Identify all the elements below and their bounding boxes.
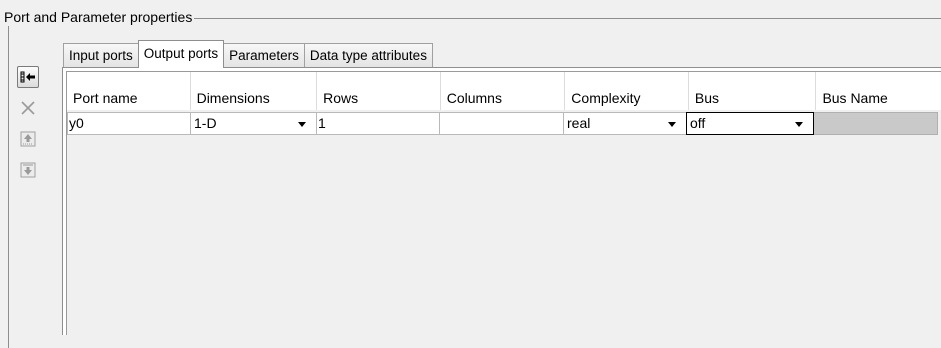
col-header-dimensions[interactable]: Dimensions [190, 72, 318, 110]
delete-icon [21, 101, 35, 115]
table-row: y0 1-D 1 real off [67, 112, 941, 135]
port-toolbar [17, 66, 41, 190]
add-port-icon [20, 71, 35, 83]
table-header: Port name Dimensions Rows Columns Comple… [67, 72, 941, 110]
move-down-button[interactable] [17, 159, 39, 181]
tab-output-ports[interactable]: Output ports [137, 40, 225, 68]
col-header-rows[interactable]: Rows [317, 72, 441, 110]
bus-dropdown[interactable]: off [686, 112, 814, 135]
tab-bar: Input ports Output ports Parameters Data… [63, 40, 433, 68]
complexity-dropdown[interactable]: real [563, 112, 687, 135]
complexity-value: real [567, 115, 591, 131]
tab-parameters[interactable]: Parameters [223, 43, 305, 67]
col-header-complexity[interactable]: Complexity [565, 72, 689, 110]
add-port-button[interactable] [17, 66, 39, 88]
chevron-down-icon [668, 122, 676, 127]
ports-table: Port name Dimensions Rows Columns Comple… [66, 71, 941, 335]
chevron-down-icon [298, 122, 306, 127]
dimensions-dropdown[interactable]: 1-D [190, 112, 317, 135]
col-header-bus[interactable]: Bus [688, 72, 817, 110]
col-header-port-name[interactable]: Port name [67, 72, 191, 110]
tab-panel: Port name Dimensions Rows Columns Comple… [62, 67, 941, 335]
port-name-cell[interactable]: y0 [67, 112, 191, 135]
move-up-button[interactable] [17, 128, 39, 150]
delete-port-button[interactable] [17, 97, 39, 119]
col-header-bus-name[interactable]: Bus Name [816, 72, 941, 110]
tab-input-ports[interactable]: Input ports [63, 43, 139, 67]
rows-cell[interactable]: 1 [316, 112, 440, 135]
columns-cell[interactable] [439, 112, 564, 135]
groupbox-title: Port and Parameter properties [2, 8, 195, 26]
move-up-icon [20, 131, 36, 147]
move-down-icon [20, 162, 36, 178]
bus-value: off [690, 115, 706, 131]
dimensions-value: 1-D [194, 115, 217, 131]
bus-name-cell [813, 112, 938, 135]
tab-data-type-attributes[interactable]: Data type attributes [303, 43, 433, 67]
col-header-columns[interactable]: Columns [440, 72, 566, 110]
chevron-down-icon [795, 122, 803, 127]
